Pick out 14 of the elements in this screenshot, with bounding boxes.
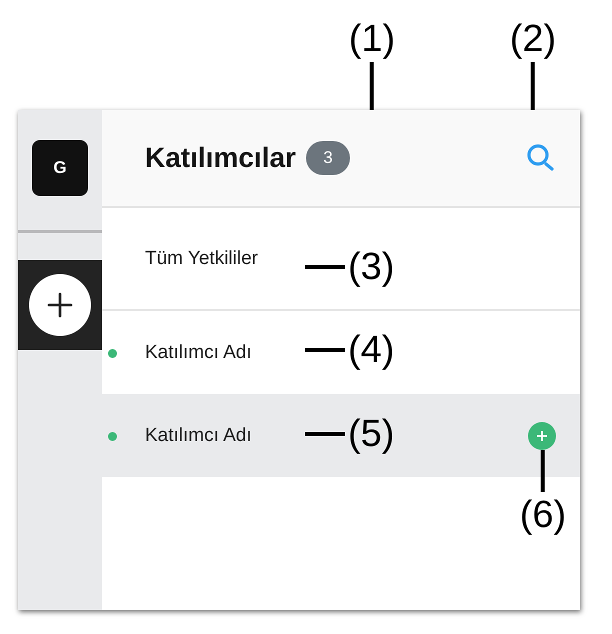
callout-label: (5) (348, 412, 394, 457)
plus-icon (47, 292, 73, 318)
panel-title: Katılımcılar (145, 142, 296, 174)
avatar[interactable]: G (32, 140, 88, 196)
item-label: Katılımcı Adı (145, 342, 252, 364)
callout-label: (1) (348, 17, 396, 62)
callout-label: (2) (510, 17, 556, 62)
item-label: Katılımcı Adı (145, 424, 252, 446)
count-badge: 3 (306, 141, 350, 175)
callout-label: (4) (348, 328, 394, 373)
callout-label: (6) (520, 493, 566, 538)
plus-icon (536, 430, 548, 442)
callout-label: (3) (348, 245, 394, 290)
item-label: Tüm Yetkililer (145, 248, 258, 270)
